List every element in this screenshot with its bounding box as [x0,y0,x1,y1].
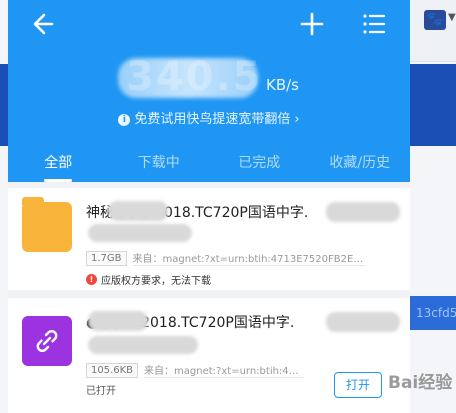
info-icon: i [118,114,131,126]
background-blue-bar [410,64,456,146]
promo-text: 免费试用快鸟提速宽带翻倍 [134,112,291,127]
header: 340.5 KB/s i 免费试用快鸟提速宽带翻倍 › 全部 下载中 已完成 收藏/… [8,0,410,182]
task-meta: 1.7GB 来自：magnet:?xt=urn:btih:4713E7520FB… [86,250,365,266]
task-item[interactable]: ●●●星.2018.TC720P国语中字. 105.6KB 来自：magnet:… [8,298,410,413]
status-text: 应版权方要求，无法下载 [101,276,211,287]
link-icon [22,316,72,366]
back-arrow-icon[interactable] [26,10,54,38]
list-menu-icon[interactable] [360,10,388,38]
task-item[interactable]: 神秘●●●.2018.TC720P国语中字. 1.7GB 来自：magnet:?… [8,188,410,290]
blurred-title-mask [88,224,192,242]
download-speed: 340.5 KB/s [118,52,299,102]
chevron-down-icon[interactable]: ▼ [448,12,456,23]
file-size: 105.6KB [86,362,139,378]
paw-icon[interactable]: 🐾 [424,10,446,30]
background-tab-strip: 🐾 ▼ [410,0,456,62]
speed-value: 340.5 [126,54,263,100]
task-source: 来自：magnet:?xt=urn:btih:4713E7520FB2EC8ED… [132,250,365,266]
speed-unit: KB/s [266,76,299,94]
chevron-right-icon: › [294,112,300,127]
background-window-left [0,0,8,413]
watermark: Bai经验 [388,373,453,393]
download-manager-app: 340.5 KB/s i 免费试用快鸟提速宽带翻倍 › 全部 下载中 已完成 收藏/… [8,0,410,413]
chain-link-icon [36,329,58,353]
background-blue-bar [0,64,8,146]
speedup-promo-link[interactable]: i 免费试用快鸟提速宽带翻倍 › [8,108,410,127]
open-button[interactable]: 打开 [334,372,382,398]
tab-downloading[interactable]: 下载中 [109,146,210,182]
background-window-right: 🐾 ▼ 13cfd5 [410,0,456,413]
folder-icon [22,197,72,252]
blurred-title-mask [326,312,400,332]
blurred-title-mask [108,201,168,221]
blurred-title-mask [326,202,400,222]
tab-favorites-history[interactable]: 收藏/历史 [310,146,411,182]
tab-completed[interactable]: 已完成 [209,146,310,182]
file-size: 1.7GB [86,250,127,266]
add-task-icon[interactable] [298,10,326,38]
blurred-title-mask [88,311,148,331]
warning-icon: ! [86,274,97,285]
background-partial-text: 13cfd5 [410,296,456,330]
task-meta: 105.6KB 来自：magnet:?xt=urn:btih:4713e752.… [86,362,305,378]
task-status: 已打开 [86,386,116,397]
filter-tabs: 全部 下载中 已完成 收藏/历史 [8,146,410,182]
task-status: ! 应版权方要求，无法下载 [86,272,211,287]
tab-all[interactable]: 全部 [8,146,109,182]
blurred-title-mask [88,336,198,354]
task-source: 来自：magnet:?xt=urn:btih:4713e752... [144,362,305,378]
